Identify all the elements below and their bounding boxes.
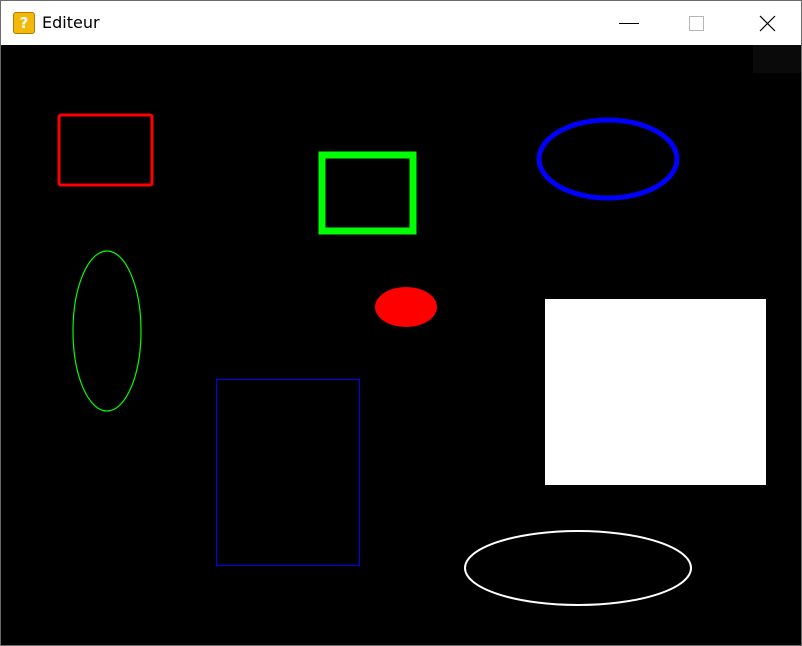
minimize-button[interactable] xyxy=(605,1,651,45)
shape-blue-ellipse[interactable] xyxy=(536,117,680,201)
editor-window: ? Editeur xyxy=(0,0,802,646)
maximize-button[interactable] xyxy=(673,1,719,45)
shape-green-rectangle[interactable] xyxy=(318,151,417,235)
shape-green-ellipse[interactable] xyxy=(72,250,142,412)
shape-white-filled-rectangle[interactable] xyxy=(545,299,766,485)
drawing-canvas[interactable] xyxy=(1,45,801,645)
shape-red-rectangle[interactable] xyxy=(57,113,154,187)
question-block-icon: ? xyxy=(13,12,35,34)
maximize-icon xyxy=(689,16,704,31)
shape-white-ellipse[interactable] xyxy=(464,530,692,606)
close-icon xyxy=(759,15,776,32)
shape-blue-thin-rectangle[interactable] xyxy=(216,379,360,566)
shape-red-filled-ellipse[interactable] xyxy=(375,287,437,327)
close-button[interactable] xyxy=(742,1,788,45)
canvas-corner-patch xyxy=(753,45,801,73)
minimize-icon xyxy=(619,23,639,24)
window-title: Editeur xyxy=(42,13,100,32)
drawing-surface[interactable] xyxy=(1,45,801,645)
title-bar[interactable]: ? Editeur xyxy=(1,1,801,45)
